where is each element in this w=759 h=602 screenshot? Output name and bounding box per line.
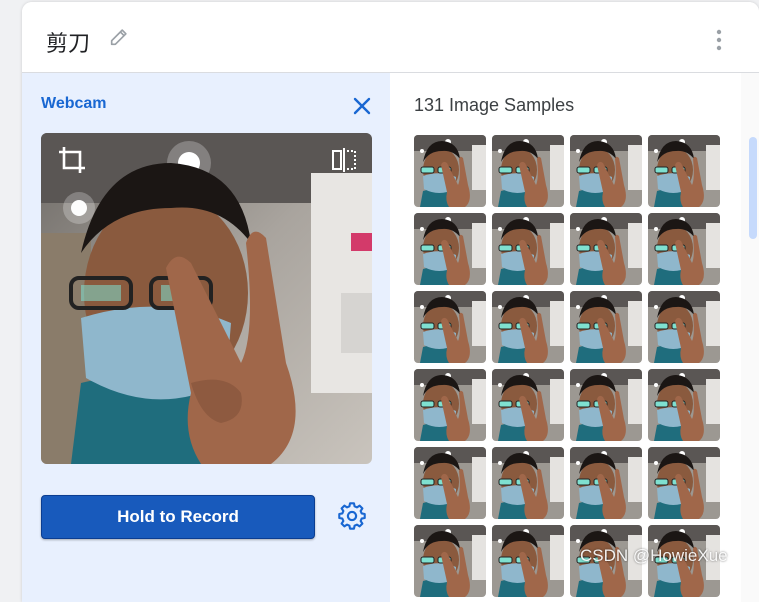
sample-thumbnail[interactable] (414, 525, 486, 597)
scrollbar-thumb[interactable] (749, 137, 757, 239)
class-name-title[interactable]: 剪刀 (46, 26, 90, 58)
samples-count-title: 131 Image Samples (414, 95, 575, 115)
sample-thumbnail[interactable] (492, 447, 564, 519)
sample-thumbnail[interactable] (414, 213, 486, 285)
sample-thumbnail[interactable] (648, 447, 720, 519)
webcam-panel: Webcam Hold to Record (22, 73, 390, 602)
sample-thumbnail[interactable] (570, 369, 642, 441)
sample-thumbnail[interactable] (570, 135, 642, 207)
sample-thumbnail[interactable] (648, 369, 720, 441)
sample-thumbnail[interactable] (414, 291, 486, 363)
sample-thumbnail[interactable] (492, 525, 564, 597)
sample-thumbnail[interactable] (648, 291, 720, 363)
sample-thumbnail[interactable] (648, 135, 720, 207)
sample-thumbnail[interactable] (414, 447, 486, 519)
csdn-watermark: CSDN @HowieXue (580, 546, 728, 565)
sample-thumbnail[interactable] (492, 213, 564, 285)
class-card: 剪刀 Webcam Hold to Record 131 Image Sampl… (22, 2, 759, 602)
sample-thumbnail[interactable] (414, 369, 486, 441)
crop-icon[interactable] (57, 145, 87, 175)
sample-thumbnail[interactable] (492, 369, 564, 441)
pencil-icon[interactable] (108, 26, 130, 48)
webcam-title: Webcam (41, 95, 107, 112)
sample-thumbnail[interactable] (414, 135, 486, 207)
hold-to-record-button[interactable]: Hold to Record (41, 495, 315, 539)
webcam-preview (41, 133, 372, 464)
sample-thumbnail[interactable] (492, 135, 564, 207)
samples-panel: 131 Image Samples (391, 73, 759, 602)
sample-thumbnail[interactable] (570, 447, 642, 519)
flip-icon[interactable] (331, 147, 357, 173)
close-icon[interactable] (352, 96, 372, 116)
sample-thumbnail[interactable] (648, 213, 720, 285)
sample-thumbnail[interactable] (492, 291, 564, 363)
sample-thumbnail[interactable] (570, 213, 642, 285)
sample-grid (414, 135, 734, 597)
card-header: 剪刀 (22, 2, 759, 73)
webcam-video-frame (41, 133, 372, 464)
sample-thumbnail[interactable] (570, 291, 642, 363)
more-vert-icon[interactable] (712, 28, 726, 52)
gear-icon[interactable] (338, 502, 366, 530)
